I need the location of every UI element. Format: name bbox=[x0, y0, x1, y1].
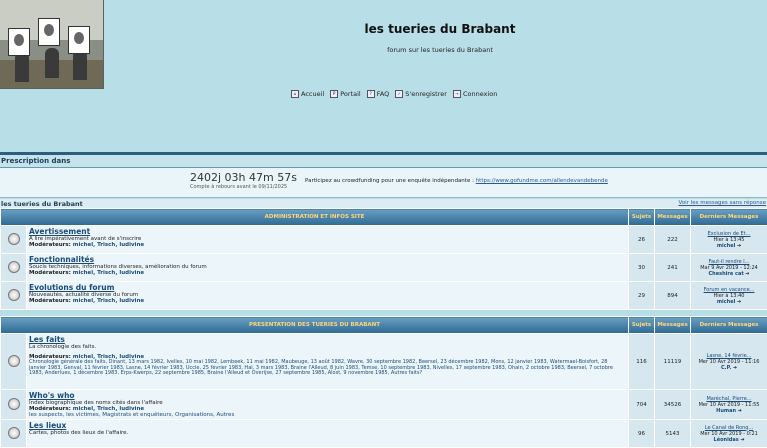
countdown-caption: Compte à rebours avant le 09/11/2025 bbox=[190, 184, 287, 190]
nav-accueil[interactable]: ⌂Accueil bbox=[291, 90, 324, 98]
forum-category-presentation: PRESENTATION DES TUERIES DU BRABANT Suje… bbox=[0, 316, 767, 448]
last-post: Maréchal, Pierre...Mer 10 Avr 2019 - 11:… bbox=[691, 390, 767, 420]
last-post: Faut-il rendre l...Mar 9 Avr 2019 - 12:2… bbox=[691, 254, 767, 282]
category-title[interactable]: ADMINISTRATION ET INFOS SITE bbox=[1, 209, 629, 226]
last-post: Le Canal de Ronq...Mer 10 Avr 2019 - 0:2… bbox=[691, 420, 767, 448]
unanswered-link[interactable]: Voir les messages sans réponse bbox=[678, 200, 766, 206]
forum-link[interactable]: Who's who bbox=[29, 391, 626, 400]
forum-read-icon bbox=[8, 427, 20, 439]
forum-link[interactable]: Avertissement bbox=[29, 227, 626, 236]
crowdfunding-text: Participez au crowdfunding pour une enqu… bbox=[305, 178, 608, 184]
forum-read-icon bbox=[8, 289, 20, 301]
forum-row: Les lieuxCartes, photos des lieux de l'a… bbox=[1, 420, 767, 448]
crowdfunding-link[interactable]: https://www.gofundme.com/allendevandeben… bbox=[476, 178, 608, 184]
site-logo[interactable] bbox=[0, 0, 104, 89]
prescription-title: Prescription dans bbox=[1, 157, 70, 165]
col-derniers: Derniers Messages bbox=[691, 209, 767, 226]
faq-icon: ? bbox=[367, 90, 375, 98]
forum-read-icon bbox=[8, 233, 20, 245]
col-sujets: Sujets bbox=[629, 317, 655, 334]
category-title[interactable]: PRESENTATION DES TUERIES DU BRABANT bbox=[1, 317, 629, 334]
site-header: les tueries du Brabant forum sur les tue… bbox=[0, 0, 767, 152]
breadcrumb: les tueries du Brabant Voir les messages… bbox=[0, 199, 767, 208]
forum-read-icon bbox=[8, 261, 20, 273]
prescription-bar: Prescription dans bbox=[0, 155, 767, 168]
subforum-list[interactable]: Chronologie générale des faits, Dinant, … bbox=[29, 360, 626, 377]
site-title: les tueries du Brabant bbox=[330, 22, 550, 36]
forum-read-icon bbox=[8, 355, 20, 367]
forum-link[interactable]: Evolutions du forum bbox=[29, 283, 626, 292]
forum-row: Who's whoIndex biographique des noms cit… bbox=[1, 390, 767, 420]
col-sujets: Sujets bbox=[629, 209, 655, 226]
col-messages: Messages bbox=[655, 317, 691, 334]
last-post: Lasne, 14 févrie...Mer 10 Avr 2019 - 11:… bbox=[691, 334, 767, 390]
top-navigation: ⌂Accueil PPortail ?FAQ ✓S'enregistrer →C… bbox=[291, 90, 497, 98]
forum-row: FonctionnalitésSoucis techniques, inform… bbox=[1, 254, 767, 282]
countdown-box: 2402j 03h 47m 57s Compte à rebours avant… bbox=[0, 168, 767, 198]
nav-faq[interactable]: ?FAQ bbox=[367, 90, 390, 98]
last-post: Forum en vacance...Hier à 13:40michel ➔ bbox=[691, 282, 767, 310]
forum-row: Evolutions du forumNouveautés, actualité… bbox=[1, 282, 767, 310]
nav-portail[interactable]: PPortail bbox=[330, 90, 360, 98]
nav-register[interactable]: ✓S'enregistrer bbox=[395, 90, 447, 98]
forum-link[interactable]: Les lieux bbox=[29, 421, 626, 430]
forum-row: Les faitsLa chronologie des faits.Modéra… bbox=[1, 334, 767, 390]
forum-link[interactable]: Les faits bbox=[29, 335, 626, 344]
nav-login[interactable]: →Connexion bbox=[453, 90, 497, 98]
register-icon: ✓ bbox=[395, 90, 403, 98]
site-description: forum sur les tueries du Brabant bbox=[330, 46, 550, 54]
forum-link[interactable]: Fonctionnalités bbox=[29, 255, 626, 264]
forum-read-icon bbox=[8, 398, 20, 410]
col-derniers: Derniers Messages bbox=[691, 317, 767, 334]
home-icon: ⌂ bbox=[291, 90, 299, 98]
subforum-list[interactable]: les suspects, les victimes, Magistrats e… bbox=[29, 412, 626, 418]
countdown-timer: 2402j 03h 47m 57s bbox=[190, 171, 297, 184]
login-icon: → bbox=[453, 90, 461, 98]
breadcrumb-home[interactable]: les tueries du Brabant bbox=[1, 200, 83, 208]
forum-category-admin: ADMINISTRATION ET INFOS SITE Sujets Mess… bbox=[0, 208, 767, 310]
col-messages: Messages bbox=[655, 209, 691, 226]
forum-row: AvertissementA lire impérativement avant… bbox=[1, 226, 767, 254]
last-post: Exclusion de Et...Hier à 13:45michel ➔ bbox=[691, 226, 767, 254]
portal-icon: P bbox=[330, 90, 338, 98]
